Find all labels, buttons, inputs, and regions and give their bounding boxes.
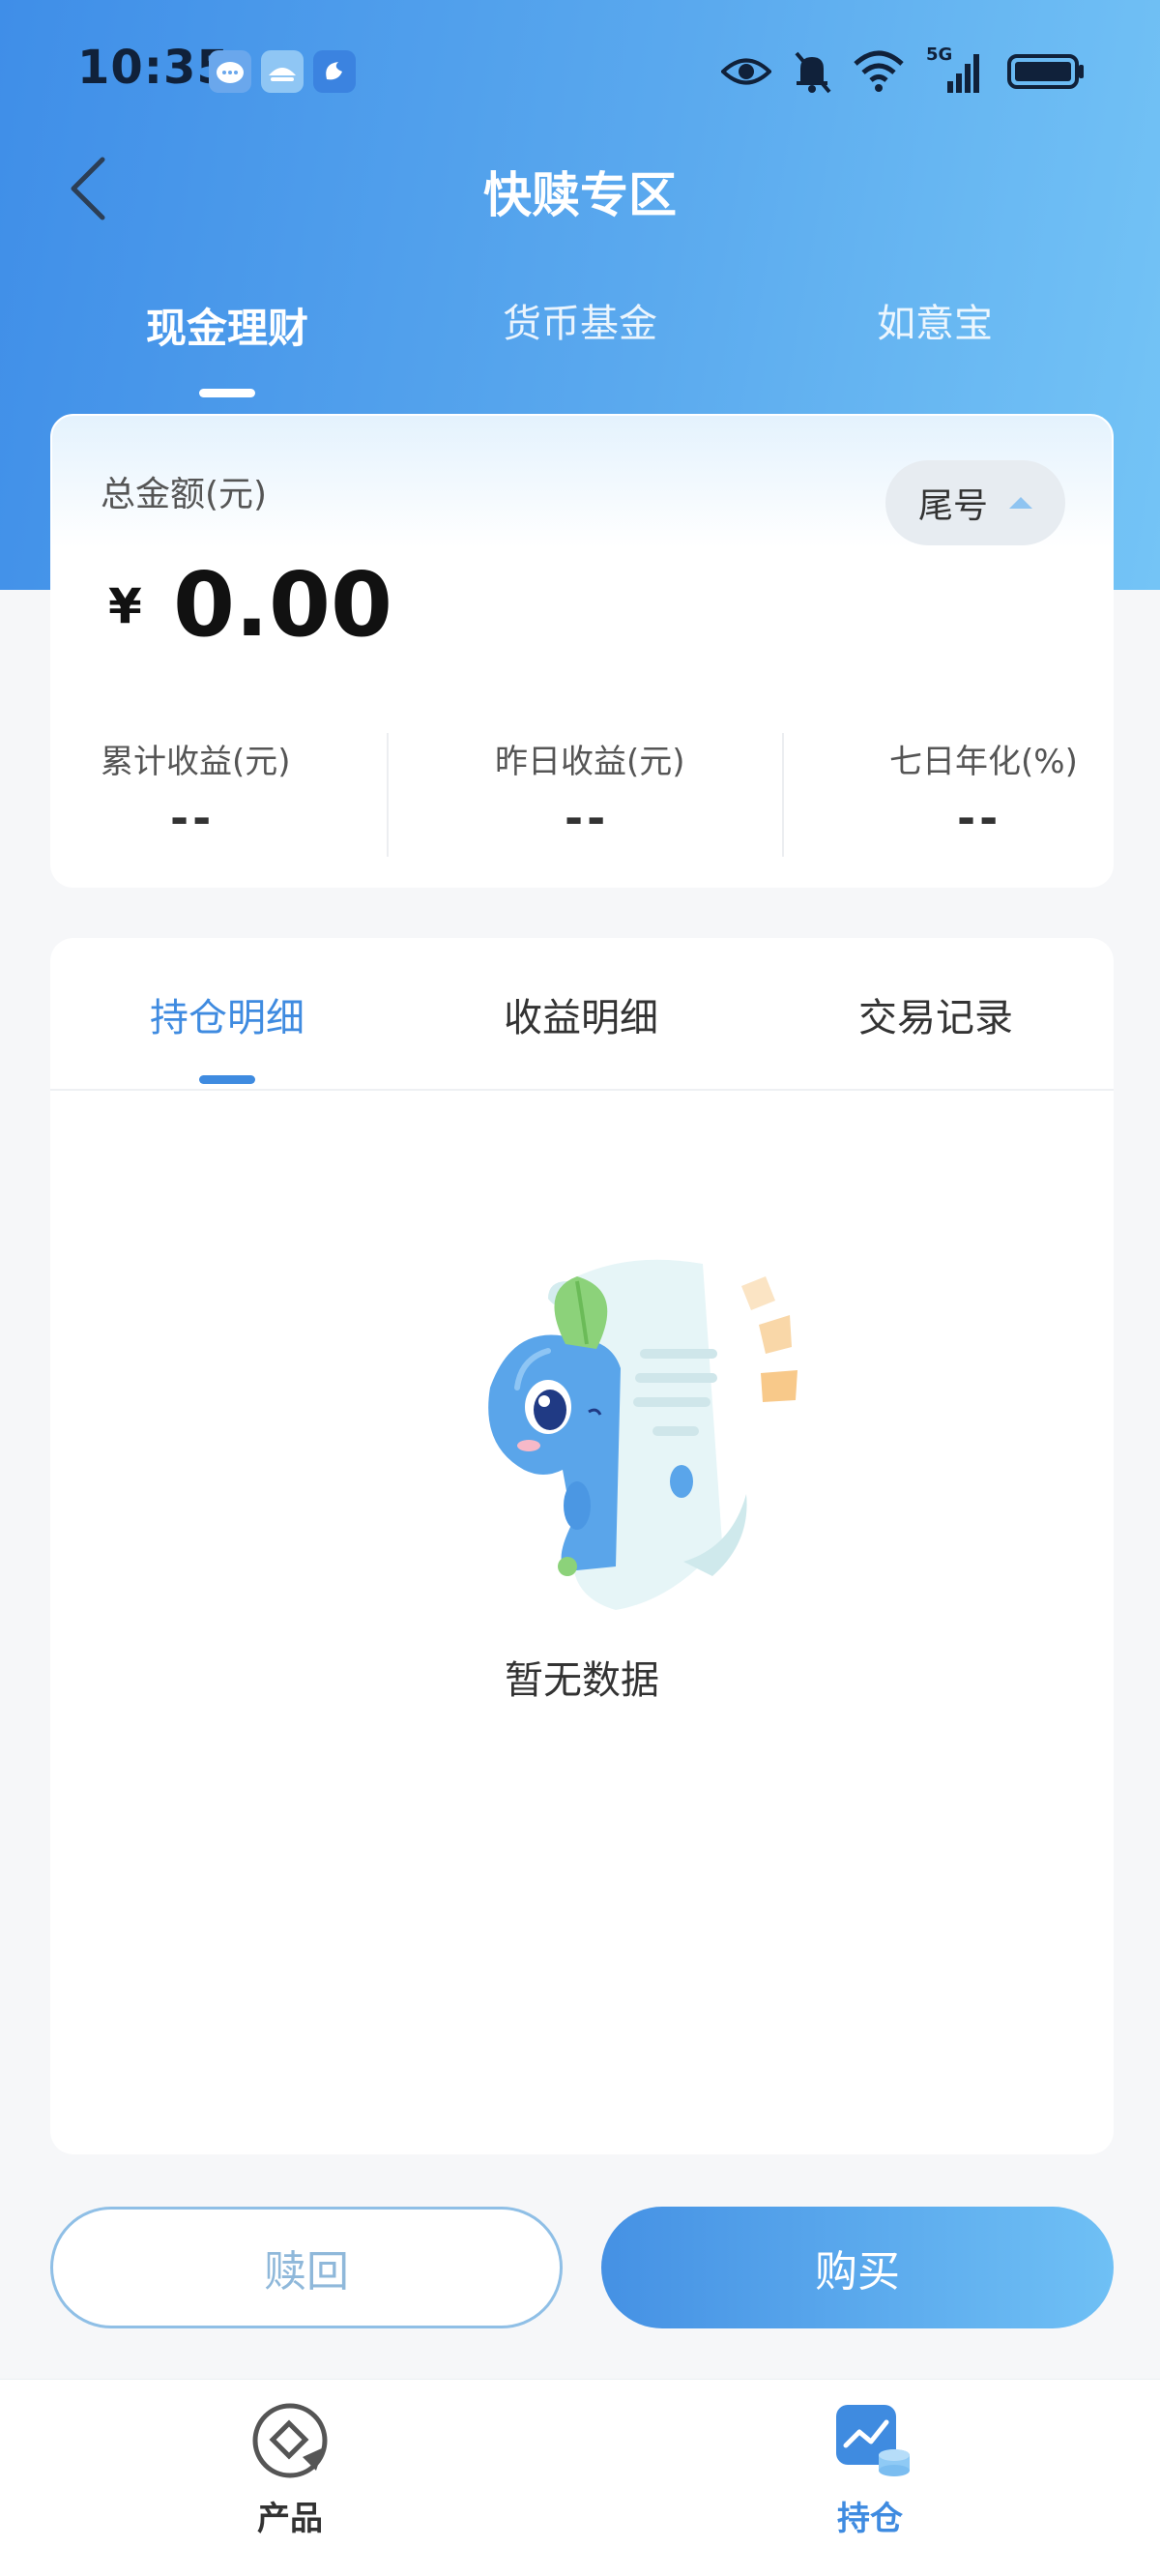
top-tabs: 现金理财 货币基金 如意宝 xyxy=(0,288,1160,404)
message-app-icon xyxy=(209,50,251,93)
total-amount-value: 0.00 xyxy=(173,553,392,657)
tail-number-button[interactable]: 尾号 xyxy=(885,460,1065,545)
weather-app-icon xyxy=(261,50,304,93)
browser-app-icon xyxy=(313,50,356,93)
details-card: 持仓明细 收益明细 交易记录 暂无数据 xyxy=(50,938,1114,2154)
battery-icon xyxy=(1007,52,1087,91)
total-amount-label: 总金额(元) xyxy=(101,475,268,514)
metric-value: -- xyxy=(565,792,610,844)
metric-yesterday-earnings: 昨日收益(元) -- xyxy=(495,735,843,844)
active-tab-indicator xyxy=(199,389,255,397)
wifi-icon xyxy=(853,50,905,93)
tab-money-fund[interactable]: 货币基金 xyxy=(406,292,754,348)
metric-label: 累计收益(元) xyxy=(101,743,291,781)
bottom-navigation: 产品 持仓 xyxy=(0,2379,1160,2576)
metric-label: 七日年化(%) xyxy=(889,743,1078,781)
tab-cash-management[interactable]: 现金理财 xyxy=(53,296,401,355)
metric-value: -- xyxy=(957,792,1002,844)
redeem-button[interactable]: 赎回 xyxy=(50,2207,563,2328)
tab-ruyibao[interactable]: 如意宝 xyxy=(761,292,1109,348)
metric-cumulative-earnings: 累计收益(元) -- xyxy=(101,735,449,844)
eye-icon xyxy=(721,55,771,88)
product-icon xyxy=(252,2403,328,2478)
metric-divider xyxy=(782,733,784,857)
tab-holdings-detail[interactable]: 持仓明细 xyxy=(50,986,404,1042)
status-icons: 5G xyxy=(721,44,1087,99)
metric-label: 昨日收益(元) xyxy=(495,743,685,781)
caret-up-icon xyxy=(1009,497,1032,509)
tail-number-label: 尾号 xyxy=(917,486,988,526)
currency-symbol: ¥ xyxy=(108,578,142,634)
details-divider xyxy=(50,1089,1114,1091)
nav-label-holdings: 持仓 xyxy=(837,2500,903,2538)
metric-divider xyxy=(387,733,389,857)
details-tab-indicator xyxy=(199,1075,255,1084)
summary-card: 总金额(元) 尾号 ¥ 0.00 累计收益(元) -- 昨日收益(元) -- 七… xyxy=(50,414,1114,888)
status-time: 10:35 xyxy=(77,41,230,95)
nav-item-products[interactable]: 产品 xyxy=(193,2397,387,2539)
page-title: 快赎专区 xyxy=(483,167,677,223)
signal-icon: 5G xyxy=(926,44,986,95)
buy-button[interactable]: 购买 xyxy=(601,2207,1114,2328)
nav-label-products: 产品 xyxy=(257,2500,323,2538)
metric-value: -- xyxy=(170,792,216,844)
status-bar: 10:35 5G xyxy=(0,0,1160,145)
tab-earnings-detail[interactable]: 收益明细 xyxy=(404,986,758,1042)
bell-muted-icon xyxy=(793,49,831,94)
tab-transaction-records[interactable]: 交易记录 xyxy=(759,986,1113,1042)
empty-state-mascot-illustration xyxy=(488,1259,798,1610)
empty-state-text: 暂无数据 xyxy=(505,1658,659,1703)
holdings-icon xyxy=(836,2405,910,2476)
nav-item-holdings[interactable]: 持仓 xyxy=(773,2397,967,2539)
metric-seven-day-annualized: 七日年化(%) -- xyxy=(889,735,1160,844)
